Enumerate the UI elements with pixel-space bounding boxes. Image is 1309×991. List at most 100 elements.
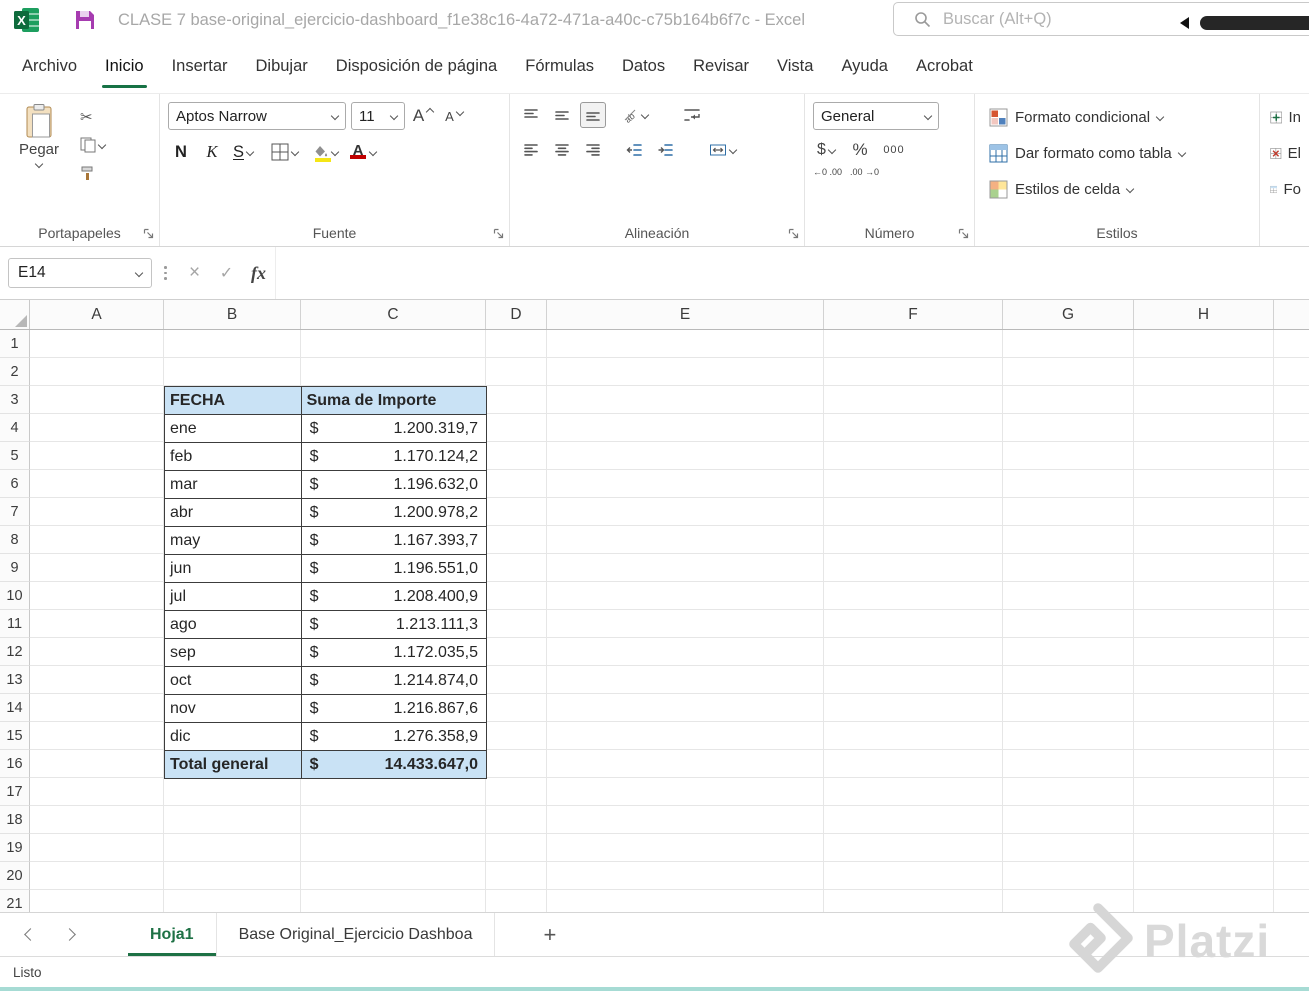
row-header-10[interactable]: 10 bbox=[0, 582, 30, 610]
pivot-month-cell[interactable]: oct bbox=[165, 667, 302, 695]
bold-button[interactable]: N bbox=[168, 139, 194, 165]
pivot-month-cell[interactable]: abr bbox=[165, 499, 302, 527]
pivot-amount-cell[interactable]: $1.276.358,9 bbox=[301, 723, 487, 751]
cancel-entry-icon[interactable]: × bbox=[179, 257, 211, 289]
row-header-6[interactable]: 6 bbox=[0, 470, 30, 498]
borders-button[interactable] bbox=[271, 139, 300, 165]
cell[interactable] bbox=[30, 666, 164, 694]
cell[interactable] bbox=[486, 554, 547, 582]
column-header-b[interactable]: B bbox=[164, 300, 301, 329]
align-top-button[interactable] bbox=[518, 102, 544, 128]
row-header-2[interactable]: 2 bbox=[0, 358, 30, 386]
formula-input[interactable] bbox=[274, 247, 1309, 299]
sheet-tab-base-original-ejercicio-dashboa[interactable]: Base Original_Ejercicio Dashboa bbox=[216, 913, 496, 956]
format-as-table-button[interactable]: Dar formato como tabla bbox=[989, 138, 1251, 168]
menu-tab-disposici-n-de-p-gina[interactable]: Disposición de página bbox=[322, 40, 511, 93]
cell[interactable] bbox=[824, 806, 1003, 834]
cell[interactable] bbox=[824, 470, 1003, 498]
cell[interactable] bbox=[1003, 638, 1134, 666]
pivot-total-label[interactable]: Total general bbox=[165, 751, 302, 779]
cell[interactable] bbox=[547, 470, 824, 498]
cell[interactable] bbox=[301, 358, 486, 386]
italic-button[interactable]: K bbox=[199, 139, 225, 165]
cell[interactable] bbox=[547, 554, 824, 582]
row-header-11[interactable]: 11 bbox=[0, 610, 30, 638]
format-cells-button[interactable]: Fo bbox=[1270, 174, 1301, 204]
cell[interactable] bbox=[547, 694, 824, 722]
font-name-select[interactable]: Aptos Narrow bbox=[168, 102, 346, 130]
cell[interactable] bbox=[301, 778, 486, 806]
cell[interactable] bbox=[547, 386, 824, 414]
increase-font-size-button[interactable]: A bbox=[410, 103, 436, 129]
cell[interactable] bbox=[30, 722, 164, 750]
cell[interactable] bbox=[486, 414, 547, 442]
align-middle-button[interactable] bbox=[549, 102, 575, 128]
cell[interactable] bbox=[1134, 834, 1274, 862]
row-header-19[interactable]: 19 bbox=[0, 834, 30, 862]
row-header-13[interactable]: 13 bbox=[0, 666, 30, 694]
cell[interactable] bbox=[164, 890, 301, 912]
cell[interactable] bbox=[1134, 442, 1274, 470]
cell[interactable] bbox=[1003, 526, 1134, 554]
cell[interactable] bbox=[486, 582, 547, 610]
confirm-entry-icon[interactable]: ✓ bbox=[211, 257, 243, 289]
increase-decimal-button[interactable]: ←0 .00 bbox=[813, 168, 842, 177]
cell[interactable] bbox=[547, 638, 824, 666]
pivot-amount-cell[interactable]: $1.172.035,5 bbox=[301, 639, 487, 667]
increase-indent-button[interactable] bbox=[652, 137, 678, 163]
align-left-button[interactable] bbox=[518, 137, 544, 163]
cell[interactable] bbox=[164, 834, 301, 862]
cell[interactable] bbox=[1134, 778, 1274, 806]
pivot-month-cell[interactable]: may bbox=[165, 527, 302, 555]
cell[interactable] bbox=[486, 470, 547, 498]
cell[interactable] bbox=[1134, 806, 1274, 834]
cell[interactable] bbox=[1134, 526, 1274, 554]
cell[interactable] bbox=[30, 862, 164, 890]
menu-tab-revisar[interactable]: Revisar bbox=[679, 40, 763, 93]
cell[interactable] bbox=[1003, 554, 1134, 582]
cell[interactable] bbox=[486, 610, 547, 638]
pivot-amount-cell[interactable]: $1.200.978,2 bbox=[301, 499, 487, 527]
cell[interactable] bbox=[1003, 610, 1134, 638]
cell[interactable] bbox=[1003, 834, 1134, 862]
cell[interactable] bbox=[30, 554, 164, 582]
cell[interactable] bbox=[1003, 694, 1134, 722]
delete-cells-button[interactable]: El bbox=[1270, 138, 1301, 168]
cell[interactable] bbox=[164, 330, 301, 358]
cell[interactable] bbox=[1134, 750, 1274, 778]
menu-tab-f-rmulas[interactable]: Fórmulas bbox=[511, 40, 608, 93]
format-painter-button[interactable] bbox=[80, 162, 106, 184]
orientation-button[interactable]: ab bbox=[621, 102, 650, 128]
scroll-left-icon[interactable] bbox=[1180, 17, 1189, 29]
cell[interactable] bbox=[30, 750, 164, 778]
pivot-month-cell[interactable]: jul bbox=[165, 583, 302, 611]
cell[interactable] bbox=[547, 890, 824, 912]
cell[interactable] bbox=[1274, 666, 1309, 694]
cell[interactable] bbox=[1134, 890, 1274, 912]
cell[interactable] bbox=[1134, 330, 1274, 358]
cell[interactable] bbox=[30, 526, 164, 554]
cell[interactable] bbox=[486, 722, 547, 750]
cell[interactable] bbox=[824, 610, 1003, 638]
cell[interactable] bbox=[824, 554, 1003, 582]
cell[interactable] bbox=[1274, 862, 1309, 890]
cell[interactable] bbox=[164, 862, 301, 890]
cell[interactable] bbox=[1274, 890, 1309, 912]
pivot-amount-cell[interactable]: $1.170.124,2 bbox=[301, 443, 487, 471]
name-box[interactable]: E14 bbox=[8, 258, 152, 288]
row-header-16[interactable]: 16 bbox=[0, 750, 30, 778]
row-header-4[interactable]: 4 bbox=[0, 414, 30, 442]
cell[interactable] bbox=[1274, 750, 1309, 778]
paste-button[interactable]: Pegar bbox=[8, 102, 70, 220]
cell[interactable] bbox=[1274, 498, 1309, 526]
cell[interactable] bbox=[1274, 414, 1309, 442]
decrease-decimal-button[interactable]: .00 →0 bbox=[850, 168, 879, 177]
align-right-button[interactable] bbox=[580, 137, 606, 163]
cell[interactable] bbox=[1274, 442, 1309, 470]
column-header-e[interactable]: E bbox=[547, 300, 824, 329]
cell[interactable] bbox=[1134, 470, 1274, 498]
cell[interactable] bbox=[30, 806, 164, 834]
cell[interactable] bbox=[30, 890, 164, 912]
cell[interactable] bbox=[1003, 498, 1134, 526]
cell[interactable] bbox=[30, 638, 164, 666]
